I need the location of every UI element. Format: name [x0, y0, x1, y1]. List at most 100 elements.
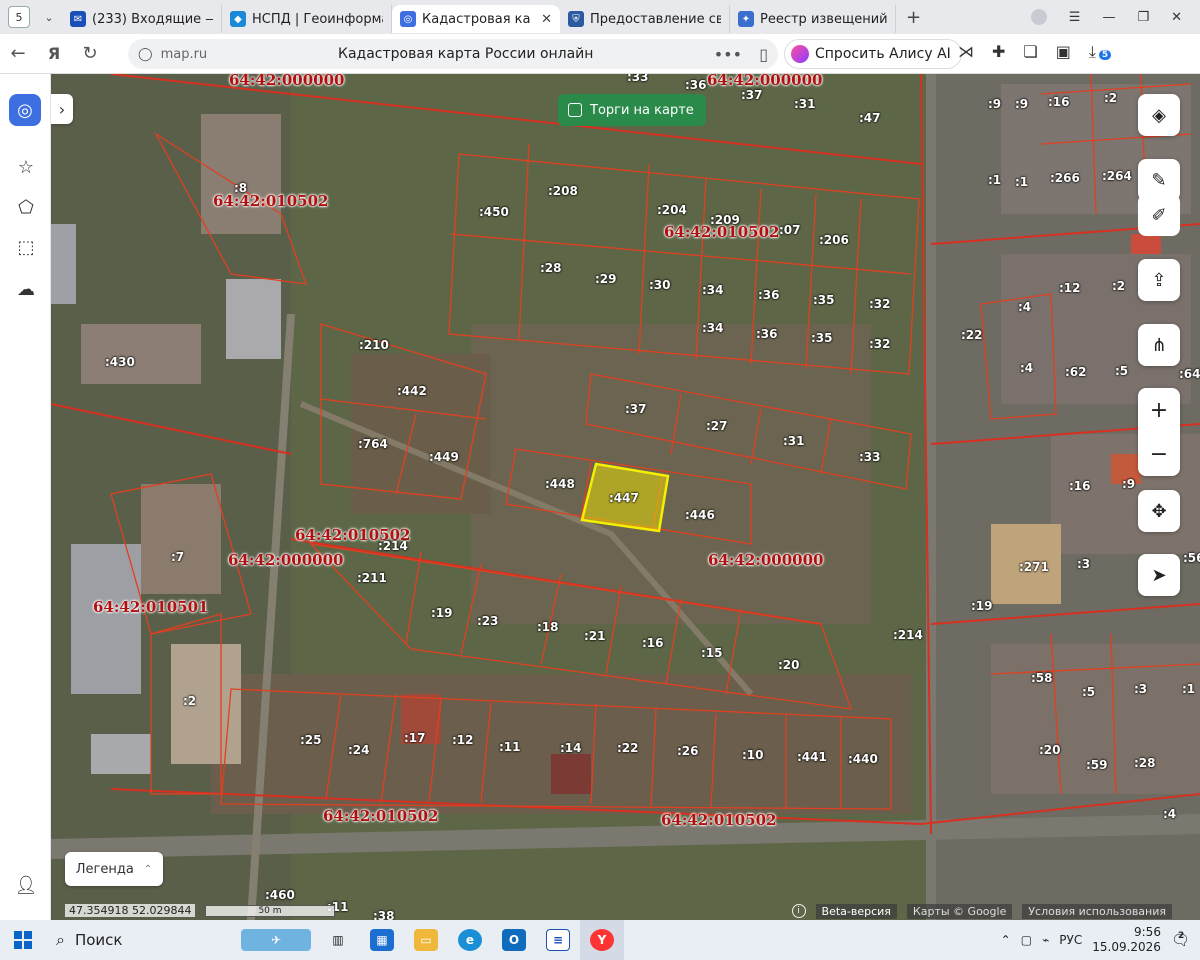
- parcel-label: :19: [971, 599, 993, 613]
- clock[interactable]: 9:56 15.09.2026: [1092, 925, 1161, 955]
- url-field[interactable]: ◯ map.ru Кадастровая карта России онлайн…: [128, 39, 778, 69]
- alice-icon: [791, 45, 809, 63]
- ruler-icon: ✎: [1151, 169, 1167, 191]
- parcel-label: :38: [373, 909, 395, 920]
- tab-mail[interactable]: ✉ (233) Входящие — Рам: [62, 5, 222, 33]
- cloud-icon[interactable]: ☁: [13, 276, 39, 302]
- parcel-label: :1: [1015, 175, 1029, 189]
- parcel-label: :7: [171, 550, 185, 564]
- parcel-label: :31: [794, 97, 816, 111]
- sync-icon[interactable]: ▣: [1056, 42, 1071, 62]
- back-icon[interactable]: ←: [0, 43, 36, 64]
- task-view-button[interactable]: ▥: [316, 920, 360, 960]
- parcel-label: :266: [1050, 171, 1080, 185]
- alice-button[interactable]: Спросить Алису AI: [784, 39, 962, 69]
- tab-reestr[interactable]: ✦ Реестр извещений: [730, 5, 896, 33]
- tab-count-button[interactable]: 5: [8, 6, 30, 28]
- upload-button[interactable]: ⇪: [1138, 259, 1180, 301]
- parcel-label: :30: [649, 278, 671, 292]
- parcel-label: :56: [1183, 551, 1200, 565]
- yandex-icon[interactable]: Я: [36, 44, 72, 63]
- zoom-control: + −: [1138, 388, 1180, 476]
- polygon-icon[interactable]: ⬠: [13, 194, 39, 220]
- chevron-down-icon[interactable]: ⌄: [36, 11, 62, 24]
- language-indicator[interactable]: РУС: [1059, 933, 1082, 947]
- emblem-icon: ✦: [738, 11, 754, 27]
- parcel-label: :20: [1039, 743, 1061, 757]
- clock-time: 9:56: [1134, 925, 1161, 939]
- parcel-label: :32: [869, 297, 891, 311]
- close-tab-icon[interactable]: ✕: [541, 12, 552, 27]
- new-tab-button[interactable]: +: [906, 7, 921, 28]
- bookmark-icon[interactable]: ▯: [759, 45, 768, 64]
- info-icon[interactable]: i: [791, 904, 806, 918]
- edit-button[interactable]: ✐: [1138, 194, 1180, 236]
- taskbar-search[interactable]: ⌕ Поиск: [46, 920, 236, 960]
- parcel-label: :36: [758, 288, 780, 302]
- edge-app[interactable]: e: [448, 920, 492, 960]
- edge-icon: e: [458, 929, 482, 951]
- downloads-badge: 5: [1098, 50, 1112, 60]
- collections-icon[interactable]: ❏: [1023, 42, 1037, 62]
- layers-button[interactable]: ◈: [1138, 94, 1180, 136]
- tab-kadastr[interactable]: ◎ Кадастровая карта ✕: [392, 5, 560, 33]
- parcel-label: :1: [1182, 682, 1196, 696]
- taskbar: ⌕ Поиск ✈ ▥ ▦ ▭ e O ≡ Y ⌃ ▢ ⌁ РУС 9:56 1…: [0, 920, 1200, 960]
- map-canvas[interactable]: 64:42:000000 64:42:000000 64:42:010502 6…: [51, 74, 1200, 920]
- store-app[interactable]: ▦: [360, 920, 404, 960]
- zoom-in-button[interactable]: +: [1138, 388, 1180, 432]
- shield-icon: ⛨: [568, 11, 584, 27]
- chevron-up-icon[interactable]: ⌃: [1001, 933, 1011, 947]
- parcel-label: :20: [778, 658, 800, 672]
- parcel-label: :28: [540, 261, 562, 275]
- locate-button[interactable]: ➤: [1138, 554, 1180, 596]
- edit-icon: ✐: [1151, 204, 1167, 226]
- parcel-label: :214: [893, 628, 923, 642]
- share-button[interactable]: ⋔: [1138, 324, 1180, 366]
- site-info-icon[interactable]: ◯: [138, 47, 153, 62]
- zoom-out-button[interactable]: −: [1138, 432, 1180, 476]
- legend-button[interactable]: Легенда ⌃: [65, 852, 163, 886]
- yandex-browser-app[interactable]: Y: [580, 920, 624, 960]
- notifications-button[interactable]: 🗨︎ 2: [1171, 931, 1190, 949]
- terms-link[interactable]: Условия использования: [1022, 903, 1172, 919]
- quarter-label: 64:42:010502: [213, 192, 329, 210]
- parcel-label: :441: [797, 750, 827, 764]
- tab-predostavlenie[interactable]: ⛨ Предоставление свед: [560, 5, 730, 33]
- tools-icon[interactable]: ⋊: [958, 42, 974, 62]
- parcel-label: :449: [429, 450, 459, 464]
- parcel-label: :271: [1019, 560, 1049, 574]
- app-logo-icon[interactable]: ◎: [9, 94, 41, 126]
- close-window-icon[interactable]: ✕: [1171, 10, 1182, 25]
- outlook-app[interactable]: O: [492, 920, 536, 960]
- move-button[interactable]: ✥: [1138, 490, 1180, 532]
- meet-icon[interactable]: ▢: [1021, 933, 1032, 947]
- menu-icon[interactable]: ☰: [1069, 10, 1081, 25]
- explorer-app[interactable]: ▭: [404, 920, 448, 960]
- tab-nspd[interactable]: ◆ НСПД | Геоинформаци: [222, 5, 392, 33]
- quarter-label: 64:42:010501: [93, 598, 209, 616]
- reload-icon[interactable]: ↻: [72, 43, 108, 64]
- sidebar-expand-button[interactable]: ›: [51, 94, 73, 124]
- widgets-button[interactable]: ✈: [236, 920, 316, 960]
- select-area-icon[interactable]: ⬚: [13, 234, 39, 260]
- minimize-icon[interactable]: —: [1102, 10, 1115, 25]
- start-button[interactable]: [0, 920, 46, 960]
- parcel-label: :204: [657, 203, 687, 217]
- star-icon[interactable]: ☆: [13, 154, 39, 180]
- checkbox-icon[interactable]: [568, 103, 582, 117]
- layers-icon: ◈: [1152, 104, 1166, 126]
- torgi-toggle[interactable]: Торги на карте: [558, 94, 706, 126]
- network-icon[interactable]: ⌁: [1042, 933, 1049, 947]
- puzzle-icon[interactable]: ✚: [992, 42, 1005, 62]
- app-sidebar: ◎ ☆ ⬠ ⬚ ☁ 👤︎: [0, 74, 51, 920]
- user-icon[interactable]: 👤︎: [13, 872, 39, 898]
- downloads-icon[interactable]: ⤓ 5: [1089, 42, 1112, 62]
- profile-icon[interactable]: [1030, 9, 1047, 25]
- parcel-label: :5: [1082, 685, 1096, 699]
- more-icon[interactable]: •••: [714, 45, 742, 64]
- restore-icon[interactable]: ❐: [1137, 10, 1149, 25]
- browser-tab-bar: 5 ⌄ ✉ (233) Входящие — Рам ◆ НСПД | Геои…: [0, 0, 1200, 34]
- parcel-label: :10: [742, 748, 764, 762]
- notes-app[interactable]: ≡: [536, 920, 580, 960]
